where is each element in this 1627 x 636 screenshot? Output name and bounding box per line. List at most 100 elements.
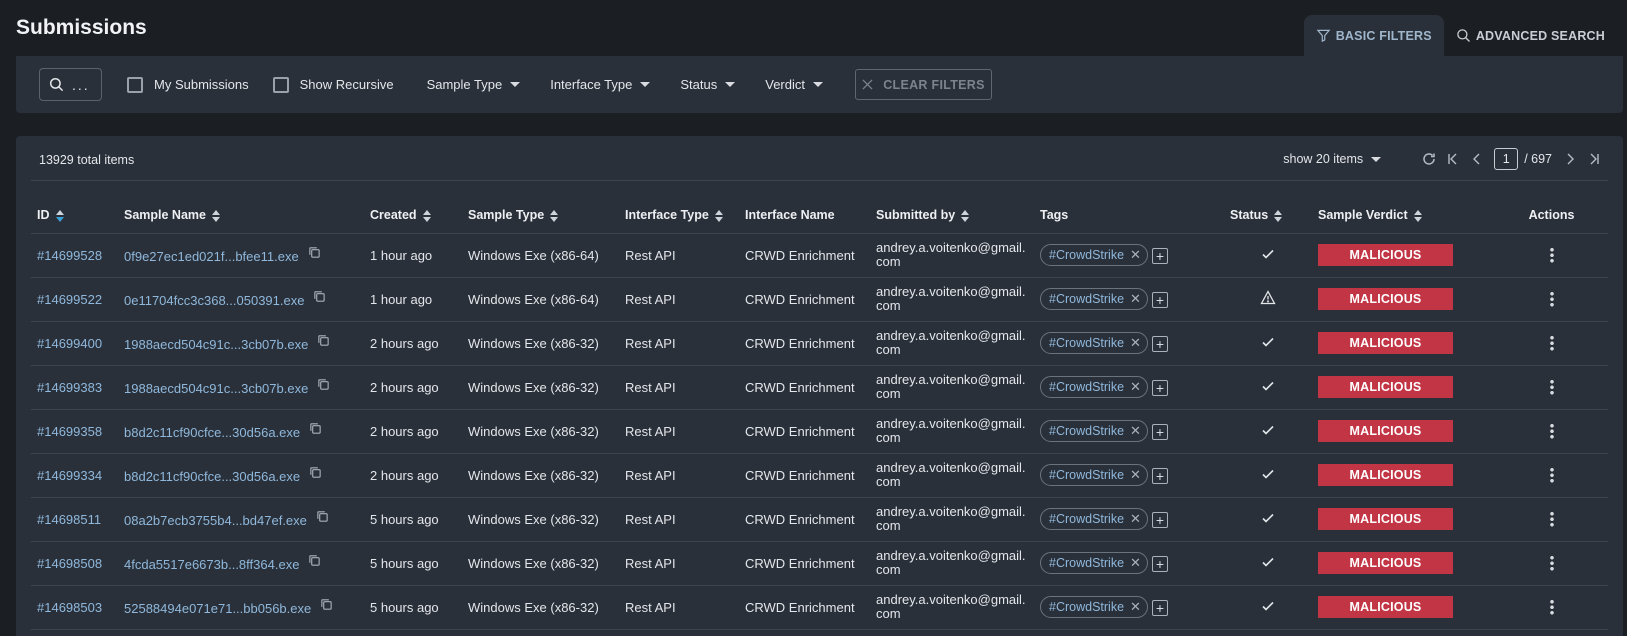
copy-icon[interactable] [308,246,321,259]
submission-id-link[interactable]: #14699334 [37,468,102,483]
sample-name-link[interactable]: b8d2c11cf90cfce...30d56a.exe [124,469,300,484]
column-header-interface-type[interactable]: Interface Type [619,198,739,234]
add-tag-button[interactable]: + [1151,599,1168,616]
refresh-icon[interactable] [1417,147,1441,171]
submission-id-link[interactable]: #14699400 [37,336,102,351]
tag-chip[interactable]: #CrowdStrike ✕ [1040,464,1148,486]
submission-id-link[interactable]: #14698508 [37,556,102,571]
interface-type-dropdown[interactable]: Interface Type [550,77,651,92]
page-size-dropdown[interactable]: show 20 items [1283,152,1382,166]
table-row[interactable]: #14699400 1988aecd504c91c...3cb07b.exe 2… [31,321,1608,366]
next-page-icon[interactable] [1558,147,1582,171]
remove-tag-icon[interactable]: ✕ [1130,511,1141,527]
submission-id-link[interactable]: #14699522 [37,292,102,307]
table-row[interactable]: #14699383 1988aecd504c91c...3cb07b.exe 2… [31,365,1608,410]
sample-name-link[interactable]: b8d2c11cf90cfce...30d56a.exe [124,425,300,440]
copy-icon[interactable] [309,422,322,435]
copy-icon[interactable] [316,510,329,523]
sort-icon[interactable] [55,209,65,222]
more-actions-icon[interactable] [1549,467,1554,484]
more-actions-icon[interactable] [1549,555,1554,572]
column-header-sample-name[interactable]: Sample Name [118,198,364,234]
copy-icon[interactable] [320,598,333,611]
table-row[interactable]: #14699358 b8d2c11cf90cfce...30d56a.exe 2… [31,409,1608,454]
remove-tag-icon[interactable]: ✕ [1130,555,1141,571]
sort-icon[interactable] [211,209,221,222]
verdict-dropdown[interactable]: Verdict [765,77,823,92]
add-tag-button[interactable]: + [1151,423,1168,440]
table-row[interactable]: #14699334 b8d2c11cf90cfce...30d56a.exe 2… [31,453,1608,498]
checkbox-box[interactable] [127,76,143,93]
remove-tag-icon[interactable]: ✕ [1130,247,1141,263]
more-actions-icon[interactable] [1549,379,1554,396]
tag-chip[interactable]: #CrowdStrike ✕ [1040,420,1148,442]
sort-icon[interactable] [1413,209,1423,222]
tag-chip[interactable]: #CrowdStrike ✕ [1040,552,1148,574]
submission-id-link[interactable]: #14699358 [37,424,102,439]
add-tag-button[interactable]: + [1151,335,1168,352]
sample-name-link[interactable]: 1988aecd504c91c...3cb07b.exe [124,337,308,352]
search-input[interactable]: ... [39,68,102,101]
sample-name-link[interactable]: 4fcda5517e6673b...8ff364.exe [124,557,299,572]
column-header-id[interactable]: ID [31,198,118,234]
column-header-created[interactable]: Created [364,198,462,234]
copy-icon[interactable] [309,466,322,479]
sort-icon[interactable] [550,209,559,222]
sort-icon[interactable] [714,209,724,222]
sort-icon[interactable] [422,209,432,222]
copy-icon[interactable] [308,554,321,567]
sample-name-link[interactable]: 0e11704fcc3c368...050391.exe [124,293,304,308]
table-row[interactable]: #14699528 0f9e27ec1ed021f...bfee11.exe 1… [31,233,1608,278]
first-page-icon[interactable] [1441,147,1465,171]
column-header-sample-type[interactable]: Sample Type [462,198,619,234]
add-tag-button[interactable]: + [1151,467,1168,484]
remove-tag-icon[interactable]: ✕ [1130,599,1141,615]
remove-tag-icon[interactable]: ✕ [1130,467,1141,483]
sample-name-link[interactable]: 1988aecd504c91c...3cb07b.exe [124,381,308,396]
prev-page-icon[interactable] [1465,147,1489,171]
column-header-submitted-by[interactable]: Submitted by [870,198,1034,234]
more-actions-icon[interactable] [1549,423,1554,440]
more-actions-icon[interactable] [1549,599,1554,616]
page-number-input[interactable]: 1 [1494,148,1519,170]
remove-tag-icon[interactable]: ✕ [1130,379,1141,395]
submission-id-link[interactable]: #14699383 [37,380,102,395]
clear-filters-button[interactable]: CLEAR FILTERS [854,69,992,100]
remove-tag-icon[interactable]: ✕ [1130,335,1141,351]
tag-chip[interactable]: #CrowdStrike ✕ [1040,508,1148,530]
sort-icon[interactable] [961,209,970,222]
sample-type-dropdown[interactable]: Sample Type [427,77,521,92]
table-row[interactable]: #14698503 52588494e071e71...bb056b.exe 5… [31,585,1608,630]
submission-id-link[interactable]: #14698511 [37,512,101,527]
add-tag-button[interactable]: + [1151,379,1168,396]
submission-id-link[interactable]: #14698503 [37,600,102,615]
more-actions-icon[interactable] [1549,335,1554,352]
table-row[interactable]: #14699522 0e11704fcc3c368...050391.exe 1… [31,277,1608,322]
submission-id-link[interactable]: #14699528 [37,248,102,263]
remove-tag-icon[interactable]: ✕ [1130,423,1141,439]
sample-name-link[interactable]: 08a2b7ecb3755b4...bd47ef.exe [124,513,307,528]
tab-basic-filters[interactable]: BASIC FILTERS [1303,15,1444,56]
tag-chip[interactable]: #CrowdStrike ✕ [1040,332,1148,354]
sample-name-link[interactable]: 52588494e071e71...bb056b.exe [124,601,311,616]
tag-chip[interactable]: #CrowdStrike ✕ [1040,244,1148,266]
add-tag-button[interactable]: + [1151,247,1168,264]
add-tag-button[interactable]: + [1151,511,1168,528]
last-page-icon[interactable] [1582,147,1606,171]
add-tag-button[interactable]: + [1151,291,1168,308]
my-submissions-checkbox[interactable]: My Submissions [127,76,249,93]
tag-chip[interactable]: #CrowdStrike ✕ [1040,288,1148,310]
show-recursive-checkbox[interactable]: Show Recursive [272,76,394,93]
more-actions-icon[interactable] [1549,247,1554,264]
table-row[interactable]: #14698508 4fcda5517e6673b...8ff364.exe 5… [31,541,1608,586]
status-dropdown[interactable]: Status [680,77,736,92]
remove-tag-icon[interactable]: ✕ [1130,291,1141,307]
add-tag-button[interactable]: + [1151,555,1168,572]
more-actions-icon[interactable] [1549,291,1554,308]
sample-name-link[interactable]: 0f9e27ec1ed021f...bfee11.exe [124,249,299,264]
more-actions-icon[interactable] [1549,511,1554,528]
copy-icon[interactable] [313,290,326,303]
table-row[interactable]: #14698511 08a2b7ecb3755b4...bd47ef.exe 5… [31,497,1608,542]
tag-chip[interactable]: #CrowdStrike ✕ [1040,596,1148,618]
tab-advanced-search[interactable]: ADVANCED SEARCH [1444,15,1617,56]
